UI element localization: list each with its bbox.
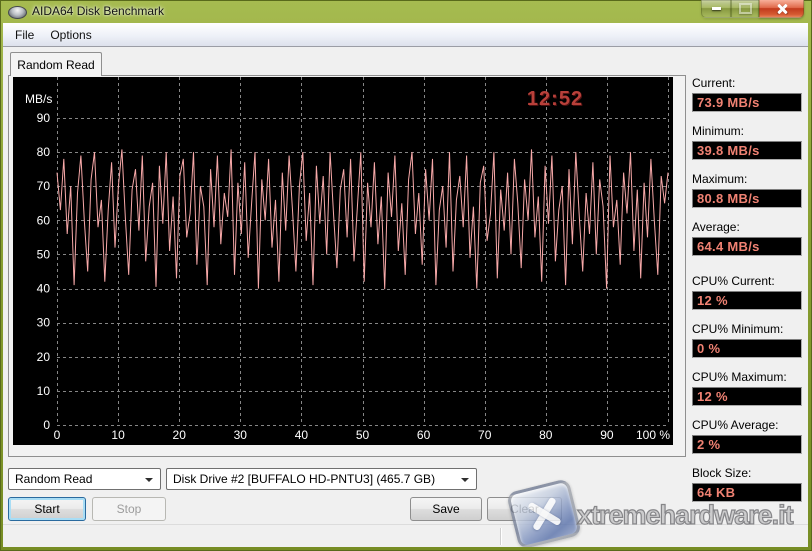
- y-axis-unit-label: MB/s: [25, 92, 52, 106]
- maximize-icon: [738, 3, 752, 14]
- close-button[interactable]: [759, 0, 804, 18]
- stat-label: CPU% Current:: [692, 274, 775, 288]
- maximize-button[interactable]: [731, 0, 759, 18]
- benchmark-type-select[interactable]: Random Read: [8, 468, 161, 490]
- svg-text:80: 80: [37, 145, 51, 159]
- svg-text:100 %: 100 %: [636, 428, 670, 442]
- stat-label: CPU% Maximum:: [692, 370, 787, 384]
- client-area: File Options Random Read 0 10 20 30 40 50 60 70…: [3, 23, 808, 547]
- stat-value-box: 0 %: [692, 339, 802, 358]
- stat-minimum: Minimum: 39.8 MB/s: [692, 124, 802, 160]
- benchmark-chart-svg: 0 10 20 30 40 50 60 70 80 90 0 10 20 30 40 50 60 70 80 90 10…: [13, 77, 673, 445]
- window-title: AIDA64 Disk Benchmark: [32, 4, 165, 18]
- svg-text:60: 60: [37, 213, 51, 227]
- start-button[interactable]: Start: [8, 497, 86, 521]
- svg-text:80: 80: [539, 428, 553, 442]
- menu-item-file[interactable]: File: [7, 25, 42, 45]
- stat-label: Block Size:: [692, 466, 752, 480]
- titlebar[interactable]: AIDA64 Disk Benchmark: [0, 0, 812, 23]
- menu-item-options[interactable]: Options: [42, 25, 99, 45]
- stat-value-box: 12 %: [692, 387, 802, 406]
- svg-text:20: 20: [37, 350, 51, 364]
- svg-text:20: 20: [173, 428, 187, 442]
- svg-text:90: 90: [600, 428, 614, 442]
- svg-text:40: 40: [37, 282, 51, 296]
- stat-value-box: 64 KB: [692, 483, 802, 502]
- disk-icon: [8, 6, 27, 19]
- close-icon: [775, 3, 789, 15]
- menu-bar: File Options: [3, 23, 808, 47]
- stat-label: CPU% Average:: [692, 418, 779, 432]
- stat-label: CPU% Minimum:: [692, 322, 784, 336]
- clear-button[interactable]: Clear: [487, 497, 562, 521]
- aida64-disk-benchmark-window: AIDA64 Disk Benchmark File Options Rando…: [0, 0, 812, 551]
- stat-value-box: 64.4 MB/s: [692, 237, 802, 256]
- stat-cpu-current: CPU% Current: 12 %: [692, 274, 802, 310]
- window-controls: [701, 0, 804, 18]
- stat-label: Maximum:: [692, 172, 748, 186]
- svg-text:0: 0: [43, 418, 50, 432]
- svg-text:30: 30: [234, 428, 248, 442]
- status-bar-divider: [500, 528, 501, 545]
- stat-value-box: 12 %: [692, 291, 802, 310]
- svg-text:10: 10: [111, 428, 125, 442]
- status-bar: [3, 524, 808, 547]
- svg-text:60: 60: [417, 428, 431, 442]
- stat-value-box: 73.9 MB/s: [692, 93, 802, 112]
- save-button[interactable]: Save: [410, 497, 482, 521]
- stat-maximum: Maximum: 80.8 MB/s: [692, 172, 802, 208]
- benchmark-chart: 0 10 20 30 40 50 60 70 80 90 0 10 20 30 40 50 60 70 80 90 10…: [13, 77, 673, 445]
- drive-select[interactable]: Disk Drive #2 [BUFFALO HD-PNTU3] (465.7 …: [166, 468, 477, 490]
- drive-select-value: Disk Drive #2 [BUFFALO HD-PNTU3] (465.7 …: [173, 472, 436, 486]
- stat-label: Average:: [692, 220, 740, 234]
- svg-text:70: 70: [478, 428, 492, 442]
- minimize-button[interactable]: [701, 0, 731, 18]
- svg-text:40: 40: [295, 428, 309, 442]
- svg-text:0: 0: [54, 428, 61, 442]
- stat-average: Average: 64.4 MB/s: [692, 220, 802, 256]
- chevron-down-icon: [461, 478, 469, 482]
- stat-value-box: 39.8 MB/s: [692, 141, 802, 160]
- stat-value-box: 2 %: [692, 435, 802, 454]
- svg-text:50: 50: [356, 428, 370, 442]
- stat-current: Current: 73.9 MB/s: [692, 76, 802, 112]
- svg-text:10: 10: [37, 384, 51, 398]
- stat-block-size: Block Size: 64 KB: [692, 466, 802, 502]
- tab-random-read[interactable]: Random Read: [10, 52, 102, 76]
- svg-text:70: 70: [37, 179, 51, 193]
- stat-cpu-maximum: CPU% Maximum: 12 %: [692, 370, 802, 406]
- stat-label: Minimum:: [692, 124, 745, 138]
- chart-time-label: 12:52: [527, 88, 583, 110]
- stop-button[interactable]: Stop: [92, 497, 166, 521]
- stat-cpu-minimum: CPU% Minimum: 0 %: [692, 322, 802, 358]
- chevron-down-icon: [145, 478, 153, 482]
- chart-background: [13, 77, 673, 445]
- svg-text:50: 50: [37, 247, 51, 261]
- stat-value-box: 80.8 MB/s: [692, 189, 802, 208]
- minimize-icon: [711, 7, 721, 10]
- benchmark-type-value: Random Read: [15, 472, 93, 486]
- stat-cpu-average: CPU% Average: 2 %: [692, 418, 802, 454]
- svg-text:30: 30: [37, 316, 51, 330]
- svg-text:90: 90: [37, 111, 51, 125]
- stat-label: Current:: [692, 76, 736, 90]
